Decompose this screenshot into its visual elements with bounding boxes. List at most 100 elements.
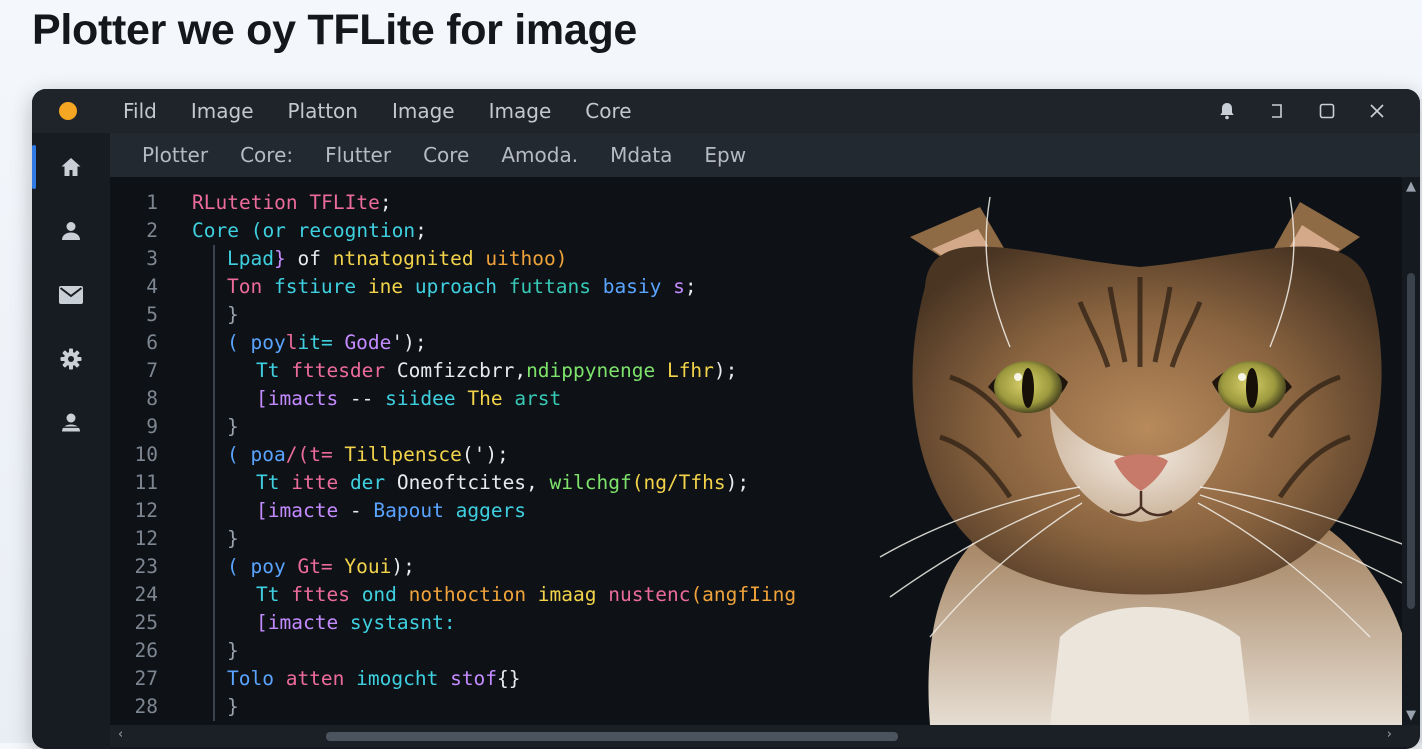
code-token: ntnatognited [332,247,486,270]
tab-flutter[interactable]: Flutter [325,143,391,167]
code-token: RLutetion TFLIte [192,191,380,214]
scroll-down-icon[interactable]: ▼ [1406,708,1416,723]
code-token: systasnt: [349,611,456,634]
close-icon [1370,104,1384,118]
code-token: ); [403,331,427,354]
line-number: 28 [134,695,158,718]
vertical-scrollbar[interactable]: ▲ ▼ [1402,177,1420,725]
menu-item-image[interactable]: Image [191,99,254,123]
code-line[interactable]: 2 Core (or recogntion; [110,217,796,245]
line-number: 9 [146,415,158,438]
code-token: } [273,247,298,270]
code-token: [imacte [256,499,350,522]
scroll-right-icon[interactable]: › [1387,727,1392,742]
line-number: 11 [134,471,158,494]
menu-item-core[interactable]: Core [585,99,631,123]
code-token: it= [297,331,345,354]
line-number: 12 [134,527,158,550]
scroll-left-icon[interactable]: ‹ [118,727,123,742]
line-number: 5 [146,303,158,326]
code-token: [imacte [256,611,350,634]
line-number: 12 [134,499,158,522]
code-token: (' [461,443,486,466]
horizontal-scrollbar[interactable]: ‹ › [110,725,1420,747]
user-icon [62,222,80,240]
code-token: l [285,331,298,354]
sidebar-item-home[interactable] [32,135,110,199]
tab-amoda[interactable]: Amoda. [501,143,578,167]
code-area[interactable]: 1 RLutetion TFLIte; 2 Core (or recogntion; 3… [110,189,796,721]
home-icon [61,158,81,176]
menu-item-fild[interactable]: Fild [123,99,157,123]
code-token: ( [227,443,251,466]
code-token: ' [391,331,404,354]
code-token: arst [514,387,562,410]
code-token: of [297,247,333,270]
sidebar-item-mail[interactable] [32,263,110,327]
window-controls [1202,89,1402,133]
sidebar-item-settings[interactable] [32,327,110,391]
code-token: (ng/Tfhs [631,471,726,494]
code-token: ( [227,555,251,578]
code-line[interactable]: 1 RLutetion TFLIte; [110,189,796,217]
code-token: poy [250,331,286,354]
code-token: } [227,639,239,662]
code-token: ); [391,555,415,578]
code-token: Ton [227,275,274,298]
scroll-up-icon[interactable]: ▲ [1406,179,1416,194]
code-token: ); [485,443,509,466]
notifications-button[interactable] [1202,89,1252,133]
code-editor[interactable]: 1 RLutetion TFLIte; 2 Core (or recogntion; 3… [110,177,1420,725]
cat-photo-icon [870,177,1420,725]
sidebar-item-user[interactable] [32,199,110,263]
line-number: 27 [134,667,158,690]
menu-item-image-2[interactable]: Image [392,99,455,123]
account-icon [62,413,80,432]
code-token: siidee [385,387,468,410]
code-token: fttesder [291,359,397,382]
code-token: } [227,695,239,718]
code-token: Oneoftcites [396,471,527,494]
code-token: fstiure [273,275,368,298]
code-token: ; [379,191,392,214]
code-token: ine [367,275,415,298]
code-token: Gt= [297,555,345,578]
code-token: , [514,359,527,382]
line-number: 4 [146,275,158,298]
bell-icon [1220,103,1234,120]
code-token: Tt [256,583,292,606]
code-token: - [349,499,374,522]
sidebar-item-account[interactable] [32,391,110,455]
tab-epw[interactable]: Epw [704,143,746,167]
code-token: Youi [344,555,392,578]
code-token: Comfizcbrr [396,359,515,382]
code-token: Tolo [227,667,286,690]
menu-bar: Fild Image Platton Image Image Core [32,89,1420,133]
line-number: 3 [146,247,158,270]
settings-icon [60,348,82,370]
code-token: ); [713,359,738,382]
tab-core-2[interactable]: Core [423,143,469,167]
code-token: nustenc [608,583,691,606]
tab-core[interactable]: Core: [240,143,293,167]
code-token: Core (or recogntion [192,219,416,242]
maximize-button[interactable] [1302,89,1352,133]
horizontal-scroll-thumb[interactable] [326,732,898,741]
tab-plotter[interactable]: Plotter [142,143,208,167]
line-number: 23 [134,555,158,578]
tab-mdata[interactable]: Mdata [610,143,672,167]
code-token: poy [250,555,298,578]
minimize-button[interactable] [1252,89,1302,133]
code-token: Lfhr [666,359,714,382]
code-token: {} [497,667,521,690]
menu-item-image-3[interactable]: Image [489,99,552,123]
vertical-scroll-thumb[interactable] [1407,273,1415,609]
editor-window: Fild Image Platton Image Image Core Plot… [32,89,1420,749]
line-number: 26 [134,639,158,662]
code-token: ; [684,275,697,298]
close-button[interactable] [1352,89,1402,133]
code-token: aggers [455,499,527,522]
menu-item-platton[interactable]: Platton [288,99,358,123]
line-number: 7 [146,359,158,382]
line-number: 6 [146,331,158,354]
